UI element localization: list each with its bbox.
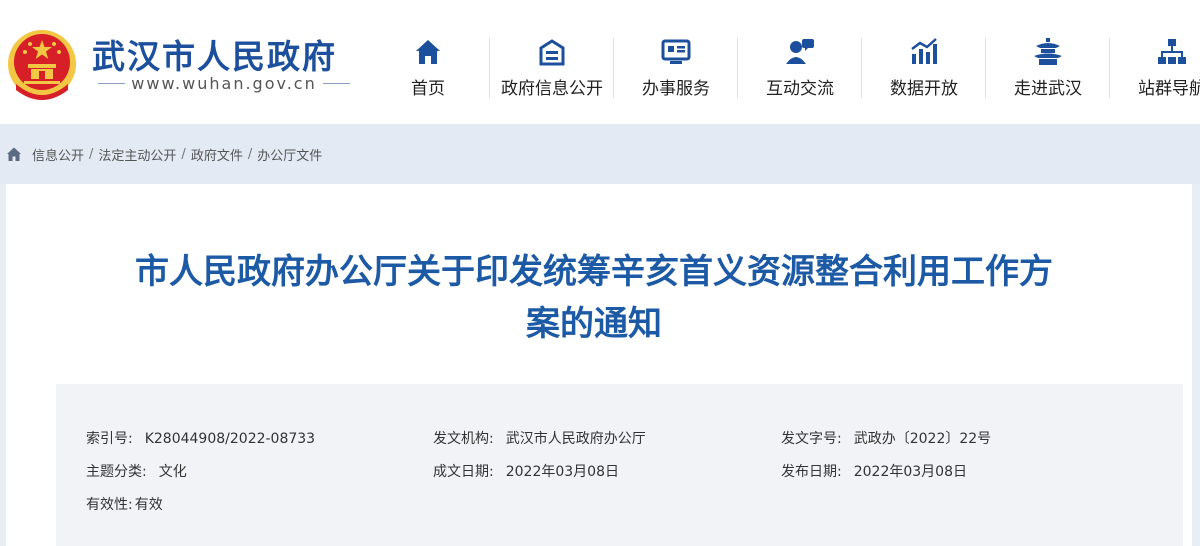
nav-item-data-open[interactable]: 数据开放 [862, 0, 986, 124]
nav-item-sitemap[interactable]: 站群导航 [1110, 0, 1200, 124]
nav-label: 互动交流 [766, 79, 834, 99]
document-meta-box: 索引号: K28044908/2022-08733 发文机构: 武汉市人民政府办公厅… [56, 384, 1183, 546]
info-public-icon [539, 39, 565, 66]
meta-created-label: 成文日期: [433, 464, 494, 480]
breadcrumb-separator: / [181, 146, 186, 162]
meta-issuer-label: 发文机构: [433, 431, 494, 447]
nav-item-interaction[interactable]: 互动交流 [738, 0, 862, 124]
meta-docno-value: 武政办〔2022〕22号 [853, 431, 992, 447]
nav-label: 站群导航 [1138, 79, 1200, 99]
document-title-line-1: 市人民政府办公厅关于印发统筹辛亥首义资源整合利用工作方 [135, 252, 1053, 292]
meta-index: 索引号: K28044908/2022-08733 [86, 428, 315, 448]
meta-topic-value: 文化 [158, 464, 187, 480]
service-icon [661, 39, 691, 64]
meta-topic: 主题分类: 文化 [86, 461, 187, 481]
nav-label: 办事服务 [642, 79, 710, 99]
sitemap-icon [1158, 39, 1186, 64]
meta-index-value: K28044908/2022-08733 [144, 431, 316, 447]
nav-label: 数据开放 [890, 79, 958, 99]
meta-validity: 有效性: 有效 [86, 494, 163, 514]
national-emblem-icon[interactable] [6, 26, 78, 102]
document-title-line-2: 案的通知 [526, 304, 662, 344]
meta-topic-label: 主题分类: [86, 464, 147, 480]
url-divider-right [322, 83, 350, 84]
nav-item-home[interactable]: 首页 [366, 0, 490, 124]
site-title[interactable]: 武汉市人民政府 [92, 30, 337, 78]
meta-index-label: 索引号: [86, 431, 133, 447]
breadcrumb-item-gov-docs[interactable]: 政府文件 [191, 145, 243, 164]
data-chart-icon [911, 38, 937, 64]
breadcrumb-item-statutory[interactable]: 法定主动公开 [98, 145, 176, 164]
breadcrumb-separator: / [89, 146, 94, 162]
meta-issuer: 发文机构: 武汉市人民政府办公厅 [433, 428, 646, 448]
interaction-icon [786, 39, 814, 64]
breadcrumb-separator: / [247, 146, 253, 162]
breadcrumb-home-icon[interactable] [6, 146, 22, 162]
meta-created-value: 2022年03月08日 [505, 464, 619, 480]
meta-created: 成文日期: 2022年03月08日 [433, 461, 619, 481]
nav-label: 走进武汉 [1014, 79, 1082, 99]
meta-published: 发布日期: 2022年03月08日 [781, 461, 967, 481]
nav-label: 首页 [411, 79, 445, 99]
site-url: www.wuhan.gov.cn [131, 74, 317, 93]
site-header: 武汉市人民政府 www.wuhan.gov.cn 首页 政府信息公开 办事服务 … [0, 0, 1200, 124]
home-icon [416, 40, 440, 64]
site-url-row: www.wuhan.gov.cn [98, 74, 350, 93]
meta-published-value: 2022年03月08日 [853, 464, 967, 480]
meta-issuer-value: 武汉市人民政府办公厅 [505, 431, 646, 447]
document-panel: 市人民政府办公厅关于印发统筹辛亥首义资源整合利用工作方 案的通知 索引号: K28… [6, 184, 1192, 546]
meta-validity-value: 有效 [134, 497, 163, 513]
url-divider-left [98, 83, 126, 84]
nav-item-about-wuhan[interactable]: 走进武汉 [986, 0, 1110, 124]
meta-published-label: 发布日期: [781, 464, 842, 480]
meta-docno-label: 发文字号: [781, 431, 842, 447]
document-title: 市人民政府办公厅关于印发统筹辛亥首义资源整合利用工作方 案的通知 [6, 246, 1182, 350]
main-nav: 首页 政府信息公开 办事服务 互动交流 数据开放 走进武汉 站群导航 [366, 0, 1200, 124]
nav-item-info-public[interactable]: 政府信息公开 [490, 0, 614, 124]
breadcrumb-item-office-docs[interactable]: 办公厅文件 [257, 145, 322, 164]
breadcrumb: 信息公开 / 法定主动公开 / 政府文件 / 办公厅文件 [0, 124, 1200, 184]
pavilion-icon [1034, 38, 1062, 65]
nav-label: 政府信息公开 [501, 79, 603, 99]
breadcrumb-item-info-public[interactable]: 信息公开 [32, 145, 84, 164]
nav-item-service[interactable]: 办事服务 [614, 0, 738, 124]
meta-validity-label: 有效性: [86, 497, 133, 513]
meta-docno: 发文字号: 武政办〔2022〕22号 [781, 428, 991, 448]
